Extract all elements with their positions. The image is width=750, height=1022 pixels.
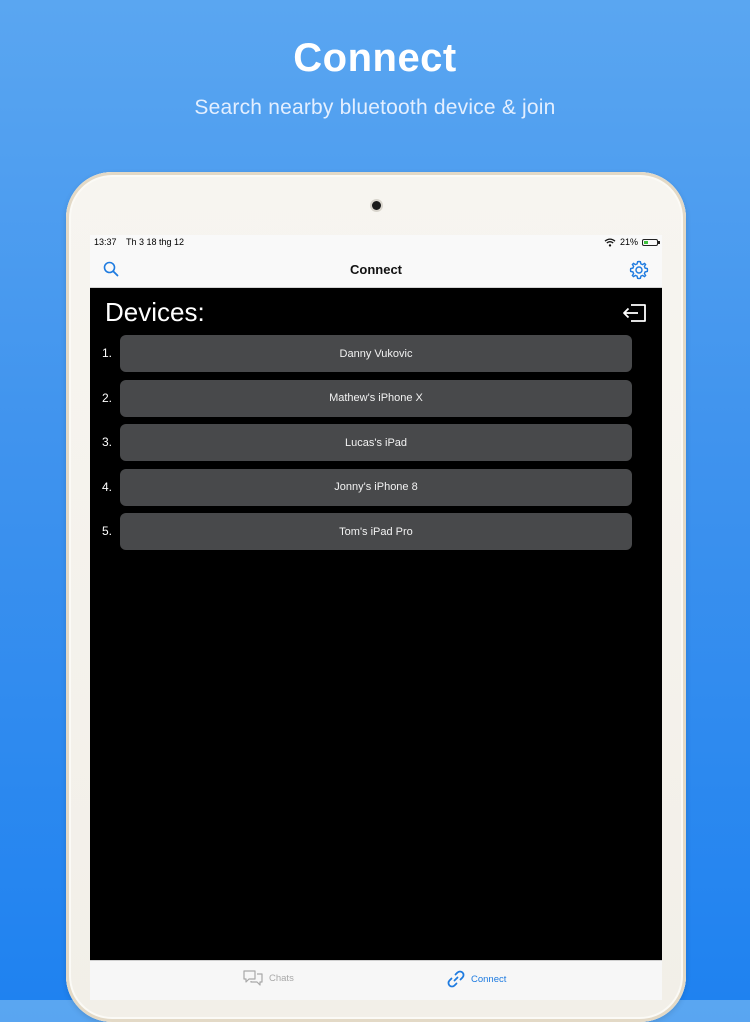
wifi-icon [604, 237, 616, 247]
camera-icon [372, 201, 381, 210]
device-list: 1. Danny Vukovic 2. Mathew's iPhone X 3.… [90, 335, 662, 558]
device-button[interactable]: Lucas's iPad [120, 424, 632, 462]
device-index: 5. [102, 524, 113, 539]
tab-bar: Chats Connect [90, 960, 662, 1000]
tab-connect-label: Connect [471, 973, 507, 985]
status-date: Th 3 18 thg 12 [126, 237, 185, 247]
tab-chats-label: Chats [269, 972, 294, 984]
device-index: 4. [102, 479, 113, 494]
nav-title: Connect [350, 262, 402, 277]
device-button[interactable]: Danny Vukovic [120, 335, 632, 372]
promo-subtitle: Search nearby bluetooth device & join [194, 96, 556, 119]
device-index: 1. [102, 346, 113, 360]
list-item: 3. Lucas's iPad [90, 424, 662, 462]
device-button[interactable]: Tom's iPad Pro [120, 513, 632, 551]
link-icon [447, 970, 465, 988]
status-bar: 13:37 Th 3 18 thg 12 21% [90, 235, 662, 250]
gear-icon[interactable] [628, 259, 650, 281]
chat-bubbles-icon [243, 970, 263, 986]
promo-title: Connect [293, 36, 457, 80]
list-item: 4. Jonny's iPhone 8 [90, 468, 662, 506]
tab-chats[interactable]: Chats [242, 969, 294, 987]
battery-percent: 21% [619, 237, 638, 247]
app-screen: 13:37 Th 3 18 thg 12 21% Connect Devices… [90, 235, 662, 1000]
exit-icon[interactable] [622, 303, 648, 323]
device-button[interactable]: Jonny's iPhone 8 [120, 468, 632, 506]
device-index: 3. [102, 435, 113, 450]
nav-bar: Connect [90, 250, 662, 288]
list-item: 1. Danny Vukovic [90, 335, 662, 372]
status-indicators: 21% [604, 237, 660, 247]
device-index: 2. [102, 390, 113, 405]
status-time: 13:37 [94, 237, 117, 247]
device-button[interactable]: Mathew's iPhone X [120, 379, 632, 417]
tab-connect[interactable]: Connect [446, 969, 506, 989]
list-item: 2. Mathew's iPhone X [90, 379, 662, 417]
list-item: 5. Tom's iPad Pro [90, 513, 662, 551]
battery-icon [642, 238, 660, 246]
devices-header: Devices: [105, 297, 205, 327]
